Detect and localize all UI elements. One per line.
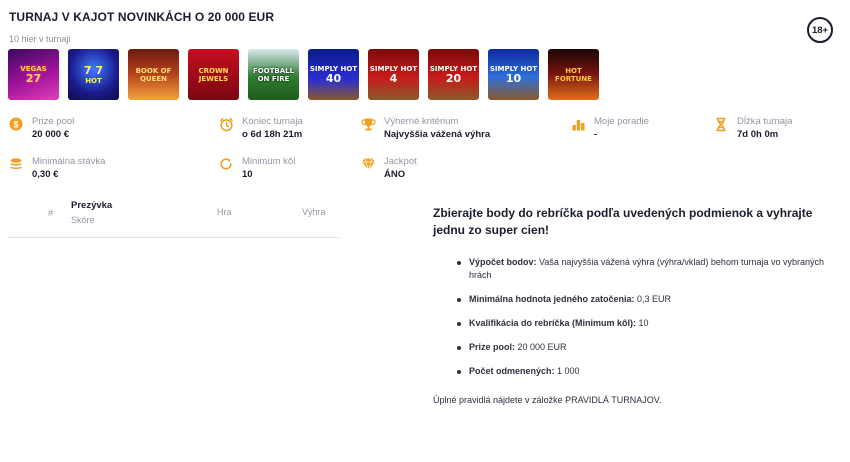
- game-thumbnail-vegas-27[interactable]: VEGAS 27: [8, 49, 59, 100]
- tournament-end-value: o 6d 18h 21m: [242, 129, 303, 140]
- rules-list-item: Kvalifikácia do rebríčka (Minimum kôl): …: [456, 317, 829, 330]
- game-thumbnail-football-on-fire[interactable]: FOOTBALL ON FIRE: [248, 49, 299, 100]
- win-criterion-label: Výherné kritérium: [384, 116, 459, 127]
- col-score: Skóre: [71, 215, 95, 225]
- rule-text: 0,3 EUR: [634, 294, 672, 304]
- rules-list: Výpočet bodov: Vaša najvyššia vážená výh…: [433, 256, 829, 378]
- rule-text: 20 000 EUR: [515, 342, 567, 352]
- bar-chart-icon: [570, 116, 586, 132]
- page-title: TURNAJ V KAJOT NOVINKÁCH O 20 000 EUR: [9, 10, 275, 24]
- rule-text: 10: [636, 318, 649, 328]
- game-title: CROWN: [198, 66, 229, 75]
- rule-term: Počet odmenených:: [469, 366, 555, 376]
- hourglass-icon: [713, 116, 729, 132]
- age-restriction-badge: 18+: [807, 17, 833, 43]
- col-nickname: Prezývka: [71, 200, 113, 211]
- game-subtitle: ON FIRE: [257, 74, 290, 83]
- rule-term: Minimálna hodnota jedného zatočenia:: [469, 294, 635, 304]
- tournament-end-label: Koniec turnaja: [242, 116, 303, 127]
- tournament-page: TURNAJ V KAJOT NOVINKÁCH O 20 000 EUR 18…: [0, 0, 850, 462]
- jackpot-label: Jackpot: [384, 156, 417, 167]
- info-win-criterion: Výherné kritérium Najvyššia vážená výhra: [360, 116, 490, 141]
- game-thumbnail-7-hot[interactable]: 7 7 HOT: [68, 49, 119, 100]
- min-bet-value: 0,30 €: [32, 169, 59, 180]
- min-rounds-value: 10: [242, 169, 253, 180]
- game-subtitle: 4: [389, 71, 398, 85]
- info-min-rounds: Minimum kôl 10: [218, 156, 295, 181]
- alarm-clock-icon: [218, 116, 234, 132]
- rules-heading: Zbierajte body do rebríčka podľa uvedený…: [433, 206, 813, 237]
- game-thumbnail-crown-jewels[interactable]: CROWN JEWELS: [188, 49, 239, 100]
- col-game: Hra: [217, 207, 232, 217]
- prize-pool-label: Prize pool: [32, 116, 75, 127]
- game-title: 7 7: [83, 63, 104, 77]
- info-tournament-end: Koniec turnaja o 6d 18h 21m: [218, 116, 303, 141]
- my-rank-value: -: [594, 129, 598, 140]
- rules-list-item: Výpočet bodov: Vaša najvyššia vážená výh…: [456, 256, 829, 282]
- game-subtitle: 10: [505, 71, 522, 85]
- info-my-rank: Moje poradie -: [570, 116, 649, 141]
- game-thumbnail-book-of-queen[interactable]: BOOK OF QUEEN: [128, 49, 179, 100]
- game-thumbnail-hot-fortune[interactable]: HOT FORTUNE: [548, 49, 599, 100]
- rules-list-item: Počet odmenených: 1 000: [456, 365, 829, 378]
- game-thumbnail-simply-hot-4[interactable]: SIMPLY HOT 4: [368, 49, 419, 100]
- duration-label: Dĺžka turnaja: [737, 116, 793, 127]
- game-subtitle: 27: [25, 71, 42, 85]
- game-subtitle: 20: [445, 71, 462, 85]
- game-title: FOOTBALL: [252, 66, 295, 75]
- col-win: Výhra: [302, 207, 326, 217]
- rules-list-item: Minimálna hodnota jedného zatočenia: 0,3…: [456, 293, 829, 306]
- rule-term: Prize pool:: [469, 342, 516, 352]
- game-thumbnail-simply-hot-10[interactable]: SIMPLY HOT 10: [488, 49, 539, 100]
- rules-list-item: Prize pool: 20 000 EUR: [456, 341, 829, 354]
- my-rank-label: Moje poradie: [594, 116, 649, 127]
- rules-footer: Úplné pravidlá nájdete v záložke PRAVIDL…: [433, 395, 662, 405]
- rule-term: Kvalifikácia do rebríčka (Minimum kôl):: [469, 318, 637, 328]
- game-thumbnails: VEGAS 27 7 7 HOT BOOK OF QUEEN CROWN JEWELS …: [8, 49, 599, 100]
- info-jackpot: Jackpot ÁNO: [360, 156, 417, 181]
- game-thumbnail-simply-hot-40[interactable]: SIMPLY HOT 40: [308, 49, 359, 100]
- game-subtitle: QUEEN: [139, 74, 168, 83]
- min-rounds-label: Minimum kôl: [242, 156, 296, 167]
- min-bet-label: Minimálna stávka: [32, 156, 106, 167]
- refresh-icon: [218, 156, 234, 172]
- game-subtitle: 40: [325, 71, 342, 85]
- game-subtitle: FORTUNE: [555, 74, 592, 83]
- info-min-bet: Minimálna stávka 0,30 €: [8, 156, 105, 181]
- game-title: BOOK OF: [135, 66, 172, 75]
- info-prize-pool: $ Prize pool 20 000 €: [8, 116, 74, 141]
- diamond-icon: [360, 156, 376, 172]
- jackpot-value: ÁNO: [384, 169, 406, 180]
- rule-term: Výpočet bodov:: [469, 257, 537, 267]
- col-rank: #: [48, 208, 54, 218]
- tournament-rules: Zbierajte body do rebríčka podľa uvedený…: [433, 205, 829, 405]
- duration-value: 7d 0h 0m: [737, 129, 779, 140]
- prize-pool-value: 20 000 €: [32, 129, 69, 140]
- games-count: 10 hier v turnaji: [9, 34, 71, 44]
- info-duration: Dĺžka turnaja 7d 0h 0m: [713, 116, 792, 141]
- game-thumbnail-simply-hot-20[interactable]: SIMPLY HOT 20: [428, 49, 479, 100]
- game-title: HOT: [565, 66, 582, 75]
- rule-text: 1 000: [554, 366, 580, 376]
- svg-text:$: $: [13, 120, 18, 130]
- game-subtitle: JEWELS: [198, 74, 229, 83]
- game-subtitle: HOT: [85, 76, 102, 85]
- coins-stack-icon: [8, 156, 24, 172]
- leaderboard-header: # Prezývka Skóre Hra Výhra: [8, 196, 339, 238]
- win-criterion-value: Najvyššia vážená výhra: [384, 129, 491, 140]
- coin-icon: $: [8, 116, 24, 132]
- trophy-icon: [360, 116, 376, 132]
